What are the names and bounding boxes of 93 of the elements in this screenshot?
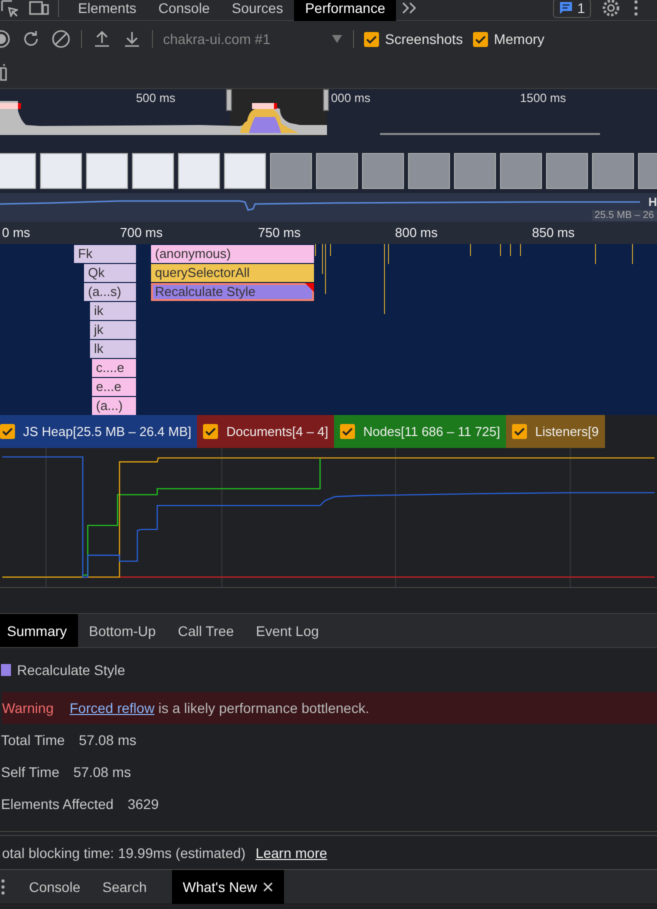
summary-label: Total Time [1, 732, 65, 748]
download-icon[interactable] [122, 29, 142, 49]
panel-tab[interactable]: Console [147, 0, 221, 20]
counter-toggle[interactable]: JS Heap[25.5 MB – 26.4 MB] [0, 415, 198, 448]
long-task-marker [252, 103, 277, 109]
upload-icon[interactable] [92, 29, 112, 49]
checkbox[interactable] [340, 424, 356, 439]
screenshot-thumbnail [86, 153, 128, 189]
flame-chart-entry[interactable]: e...e [92, 378, 136, 396]
time-label: 500 ms [136, 91, 176, 105]
counter-toggle[interactable]: Listeners[9 [506, 415, 605, 448]
panel-tab[interactable]: Performance [294, 0, 396, 20]
summary-value: 3629 [128, 796, 159, 812]
screenshot-thumbnail [132, 153, 174, 189]
summary-label: Self Time [1, 764, 60, 780]
screenshot-thumbnail [224, 153, 266, 189]
category-swatch [1, 664, 11, 676]
time-label: 700 ms [120, 225, 163, 240]
recording-dropdown[interactable]: chakra-ui.com #1 [163, 31, 343, 47]
range-handle-icon[interactable] [323, 89, 329, 111]
checkbox[interactable] [0, 424, 15, 439]
warning-label: Warning [2, 700, 54, 716]
screenshot-thumbnail [362, 153, 404, 189]
checkbox-label: Memory [494, 31, 544, 47]
flame-chart-entry[interactable]: Fk [74, 245, 136, 263]
flame-chart-entry[interactable]: jk [90, 321, 136, 339]
reload-icon[interactable] [21, 29, 41, 49]
details-tab[interactable]: Event Log [244, 614, 330, 647]
more-options-icon[interactable] [633, 0, 639, 17]
panel-tab[interactable]: Elements [67, 0, 148, 20]
checkbox[interactable] [512, 424, 528, 439]
counter-toggle[interactable]: Documents[4 – 4] [197, 415, 334, 448]
summary-value: 57.08 ms [78, 732, 136, 748]
time-label: 1500 ms [520, 91, 566, 105]
screenshot-thumbnail [316, 153, 358, 189]
drawer-menu-icon[interactable] [0, 878, 6, 894]
details-tab[interactable]: Bottom-Up [78, 614, 167, 647]
clear-icon[interactable] [51, 29, 71, 49]
screenshot-thumbnail [454, 153, 496, 189]
time-label: 0 ms [2, 225, 30, 240]
checkbox[interactable] [364, 32, 379, 46]
message-icon [559, 1, 574, 15]
warning-triangle-icon [305, 283, 314, 292]
heap-range-label: 25.5 MB – 26 [592, 210, 657, 221]
flame-chart-entry[interactable]: lk [90, 340, 136, 358]
blocking-time-text: otal blocking time: 19.99ms (estimated) [2, 844, 246, 860]
drawer-tab[interactable]: Search [91, 870, 158, 904]
issues-button[interactable]: 1 [553, 0, 591, 18]
details-tab[interactable]: Call Tree [166, 614, 245, 647]
flame-chart-entry[interactable]: (a...) [92, 397, 136, 415]
panel-tab[interactable]: Sources [220, 0, 294, 20]
rendering-activity-area [249, 117, 281, 133]
flame-chart-entry[interactable]: ik [90, 302, 136, 320]
inspect-icon[interactable] [0, 0, 18, 17]
screenshot-thumbnail [0, 153, 36, 189]
screenshot-thumbnail [500, 153, 542, 189]
screenshot-thumbnail [40, 153, 82, 189]
long-task-marker [0, 103, 21, 109]
time-label: 800 ms [395, 225, 438, 240]
trash-icon[interactable] [0, 64, 8, 82]
summary-label: Elements Affected [1, 796, 114, 812]
flame-chart-entry[interactable]: Qk [84, 264, 136, 282]
event-title: Recalculate Style [17, 662, 126, 678]
counter-toggle[interactable]: Nodes[11 686 – 11 725] [334, 415, 506, 448]
time-label: 000 ms [331, 91, 370, 105]
checkbox-label: Screenshots [385, 31, 463, 47]
flame-chart-entry[interactable]: querySelectorAll [151, 264, 314, 282]
device-toolbar-icon[interactable] [28, 0, 50, 17]
flame-chart-entry[interactable]: (anonymous) [151, 245, 314, 263]
settings-icon[interactable] [601, 0, 621, 18]
flame-chart-entry[interactable]: (a...s) [84, 283, 136, 301]
time-label: 750 ms [258, 225, 301, 240]
screenshot-thumbnail [408, 153, 450, 189]
checkbox[interactable] [203, 424, 218, 439]
dropdown-icon [331, 34, 343, 44]
screenshot-thumbnail [178, 153, 220, 189]
checkbox[interactable] [472, 32, 488, 46]
time-label: 850 ms [532, 225, 575, 240]
learn-more-link[interactable]: Learn more [256, 844, 328, 860]
flame-chart-entry[interactable]: Recalculate Style [151, 283, 314, 301]
forced-reflow-link[interactable]: Forced reflow [70, 700, 154, 716]
track-label: H [648, 195, 657, 209]
summary-value: 57.08 ms [73, 764, 131, 780]
screenshot-thumbnail [592, 153, 634, 189]
details-tab[interactable]: Summary [0, 614, 78, 647]
drawer-tab[interactable]: Console [18, 870, 92, 904]
screenshot-thumbnail [270, 153, 312, 189]
close-icon[interactable] [262, 882, 273, 892]
drawer-tab[interactable]: What's New [172, 870, 284, 904]
screenshot-thumbnail [546, 153, 588, 189]
warning-message: Forced reflow is a likely performance bottleneck. [70, 700, 370, 716]
range-handle-icon[interactable] [226, 89, 232, 111]
flame-chart-entry[interactable]: c....e [92, 359, 136, 377]
